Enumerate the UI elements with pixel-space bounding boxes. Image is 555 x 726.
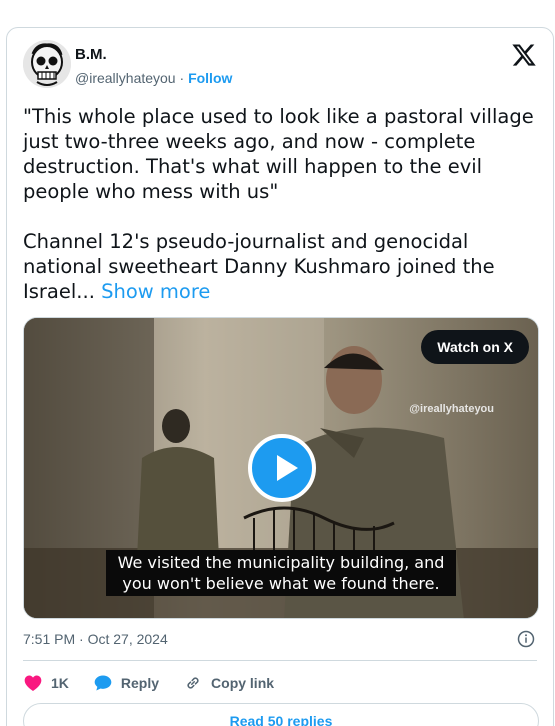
like-count: 1K (51, 675, 69, 691)
divider (23, 660, 537, 661)
separator-dot: · (179, 70, 185, 86)
link-icon (187, 677, 199, 689)
show-more-link[interactable]: Show more (101, 280, 210, 303)
copy-link-label: Copy link (211, 675, 275, 691)
author-handle-line: @ireallyhateyou · Follow (75, 70, 232, 86)
like-button[interactable]: 1K (23, 673, 69, 693)
action-bar: 1K Reply Copy link (23, 672, 298, 694)
play-icon (277, 455, 298, 481)
video-caption: We visited the municipality building, an… (106, 550, 456, 596)
x-logo-icon[interactable] (511, 42, 537, 68)
tweet-body: "This whole place used to look like a pa… (23, 105, 534, 303)
info-icon[interactable] (517, 630, 535, 648)
heart-icon (24, 675, 42, 691)
avatar[interactable] (23, 40, 71, 88)
follow-button[interactable]: Follow (188, 70, 232, 86)
watch-on-x-button[interactable]: Watch on X (421, 330, 529, 364)
reply-label: Reply (120, 675, 160, 691)
video-player[interactable]: Watch on X @ireallyhateyou We visited th… (23, 317, 539, 619)
author-handle[interactable]: @ireallyhateyou (75, 70, 176, 86)
avatar-skull-icon (23, 40, 71, 88)
tweet-embed-card: B.M. @ireallyhateyou · Follow "This whol… (6, 27, 554, 726)
reply-bubble-icon (94, 675, 112, 691)
tweet-timestamp[interactable]: 7:51 PM · Oct 27, 2024 (23, 631, 168, 647)
reply-button[interactable]: Reply (93, 673, 159, 693)
read-replies-button[interactable]: Read 50 replies (23, 703, 539, 726)
author-name[interactable]: B.M. (75, 46, 107, 63)
play-button[interactable] (248, 434, 316, 502)
tweet-text: "This whole place used to look like a pa… (23, 104, 535, 304)
video-watermark: @ireallyhateyou (409, 403, 494, 415)
copy-link-button[interactable]: Copy link (183, 673, 274, 693)
